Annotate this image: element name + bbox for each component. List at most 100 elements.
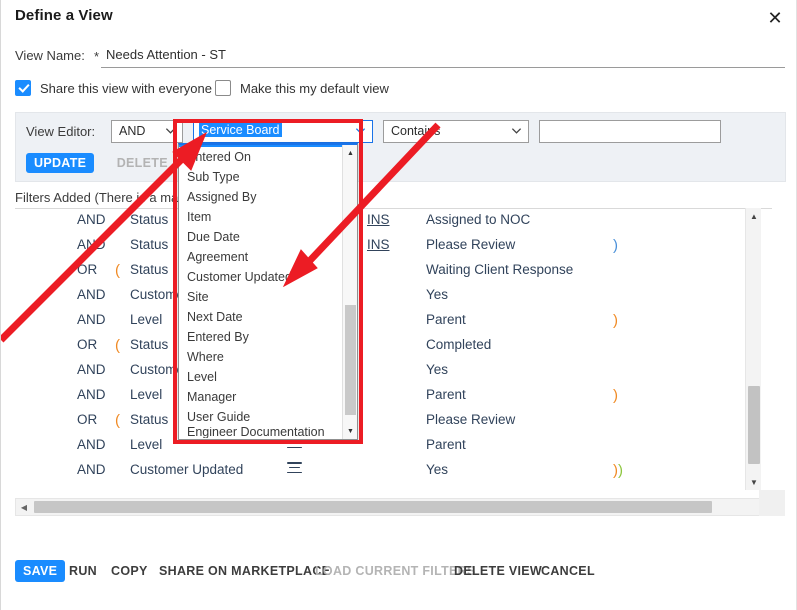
filter-close-paren: ) <box>613 387 618 404</box>
operator-select[interactable]: Contains <box>383 120 529 143</box>
filter-logic: AND <box>77 462 106 477</box>
filter-open-paren: ( <box>115 337 120 354</box>
share-view-checkbox[interactable]: Share this view with everyone <box>15 80 212 96</box>
dropdown-item[interactable]: Item <box>179 207 342 227</box>
dropdown-item[interactable]: Assigned By <box>179 187 342 207</box>
filter-close-paren: ) <box>613 312 618 329</box>
dropdown-item[interactable]: Next Date <box>179 307 342 327</box>
dropdown-items: Entered On Sub Type Assigned By Item Due Dat… <box>179 147 342 438</box>
filters-horizontal-scrollbar[interactable]: ◀ ▶ <box>15 498 772 516</box>
filter-logic: OR <box>77 412 98 427</box>
dropdown-scroll-thumb[interactable] <box>345 305 356 415</box>
table-row[interactable]: OR ( Status Please Review <box>15 409 772 434</box>
filter-value: Waiting Client Response <box>426 262 574 277</box>
insert-link[interactable]: INS <box>367 212 390 227</box>
filter-open-paren: ( <box>115 262 120 279</box>
insert-link[interactable]: INS <box>367 237 390 252</box>
view-name-input[interactable] <box>101 44 785 68</box>
copy-button[interactable]: COPY <box>103 560 156 582</box>
dropdown-item[interactable]: Site <box>179 287 342 307</box>
filter-close-paren: )) <box>613 462 623 479</box>
table-row[interactable]: AND Level Parent) <box>15 309 772 334</box>
dropdown-item[interactable]: Where <box>179 347 342 367</box>
filter-logic: AND <box>77 387 106 402</box>
dropdown-scroll-up-icon[interactable]: ▲ <box>343 146 357 160</box>
field-select[interactable]: Service Board <box>193 120 373 143</box>
filter-logic: AND <box>77 212 106 227</box>
run-button[interactable]: RUN <box>61 560 105 582</box>
view-options-row: Share this view with everyone Make this … <box>1 80 797 104</box>
save-button[interactable]: SAVE <box>15 560 66 582</box>
define-view-dialog: Define a View ✕ View Name: * Share this … <box>0 0 797 610</box>
filter-value: Yes <box>426 287 449 302</box>
filter-field: Status <box>130 237 169 252</box>
filters-table: AND Status INS Assigned to NOC AND Status INS P… <box>15 208 772 490</box>
dropdown-item[interactable]: User Guide <box>179 407 342 427</box>
filter-value: Parent <box>426 387 466 402</box>
scroll-down-icon[interactable]: ▼ <box>746 474 762 490</box>
dropdown-item[interactable]: Customer Updated <box>179 267 342 287</box>
filter-open-paren: ( <box>115 412 120 429</box>
row-menu-icon[interactable] <box>287 462 302 479</box>
view-name-label: View Name: <box>15 48 85 63</box>
dropdown-item[interactable]: Entered On <box>179 147 342 167</box>
page-title: Define a View <box>15 7 113 24</box>
dropdown-scrollbar[interactable]: ▲ ▼ <box>342 145 357 439</box>
table-row[interactable]: OR (Status Completed <box>15 334 772 359</box>
table-row[interactable]: AND Level Parent) <box>15 384 772 409</box>
logic-operator-value: AND <box>119 124 146 138</box>
filter-value-input[interactable] <box>539 120 721 143</box>
scrollbar-corner <box>759 490 785 516</box>
filters-vertical-scrollbar[interactable]: ▲ ▼ <box>745 208 761 490</box>
filter-value: Yes <box>426 362 449 377</box>
filter-value: Parent <box>426 312 466 327</box>
dropdown-item[interactable]: Entered By <box>179 327 342 347</box>
scroll-left-icon[interactable]: ◀ <box>16 499 32 515</box>
dropdown-scroll-down-icon[interactable]: ▼ <box>343 424 357 438</box>
dialog-footer: SAVE RUN COPY SHARE ON MARKETPLACE LOAD CURR… <box>1 556 797 592</box>
table-row[interactable]: AND Status INS Please Review) <box>15 234 772 259</box>
filter-field: Status <box>130 212 169 227</box>
required-marker: * <box>94 49 100 64</box>
table-row[interactable]: OR (Status Waiting Client Response <box>15 259 772 284</box>
filter-field: Level <box>130 312 163 327</box>
table-row[interactable]: AND Customer Yes <box>15 284 772 309</box>
horizontal-scroll-thumb[interactable] <box>34 501 712 513</box>
field-dropdown-list[interactable]: Entered On Sub Type Assigned By Item Due Dat… <box>178 143 358 440</box>
filter-field: Status <box>130 412 169 427</box>
default-view-label: Make this my default view <box>240 80 389 96</box>
scroll-up-icon[interactable]: ▲ <box>746 208 762 224</box>
dropdown-item[interactable]: Engineer Documentation <box>179 427 342 438</box>
vertical-scroll-thumb[interactable] <box>748 386 760 464</box>
table-row[interactable]: AND Customer Updated Yes)) <box>15 459 772 484</box>
update-button[interactable]: UPDATE <box>26 153 95 173</box>
filter-close-paren: ) <box>613 237 618 254</box>
filter-field: Customer Updated <box>130 462 244 477</box>
close-icon[interactable]: ✕ <box>760 4 790 32</box>
filter-logic: AND <box>77 312 106 327</box>
filter-logic: AND <box>77 237 106 252</box>
checkbox-icon-checked <box>15 80 31 96</box>
filter-value: Parent <box>426 437 466 452</box>
table-row[interactable]: AND Level Parent <box>15 434 772 459</box>
chevron-down-icon <box>511 128 522 134</box>
operator-select-value: Contains <box>391 124 441 138</box>
dropdown-item[interactable]: Level <box>179 367 342 387</box>
filter-logic: AND <box>77 437 106 452</box>
table-row[interactable]: AND Status INS Assigned to NOC <box>15 209 772 234</box>
logic-operator-select[interactable]: AND <box>111 120 183 143</box>
dropdown-item[interactable]: Agreement <box>179 247 342 267</box>
dropdown-item[interactable]: Manager <box>179 387 342 407</box>
default-view-checkbox[interactable]: Make this my default view <box>215 80 389 96</box>
cancel-button[interactable]: CANCEL <box>533 560 603 582</box>
field-select-value: Service Board <box>199 123 282 137</box>
table-row[interactable]: AND Customer Yes <box>15 359 772 384</box>
dropdown-item[interactable]: Sub Type <box>179 167 342 187</box>
dropdown-item[interactable]: Due Date <box>179 227 342 247</box>
filter-value: Please Review <box>426 412 516 427</box>
filter-field: Level <box>130 437 163 452</box>
dialog-title-bar: Define a View ✕ <box>1 0 797 36</box>
view-editor-label: View Editor: <box>26 124 96 139</box>
view-editor-panel: View Editor: AND Service Board Contains … <box>15 112 786 182</box>
filter-value: Yes <box>426 462 449 477</box>
